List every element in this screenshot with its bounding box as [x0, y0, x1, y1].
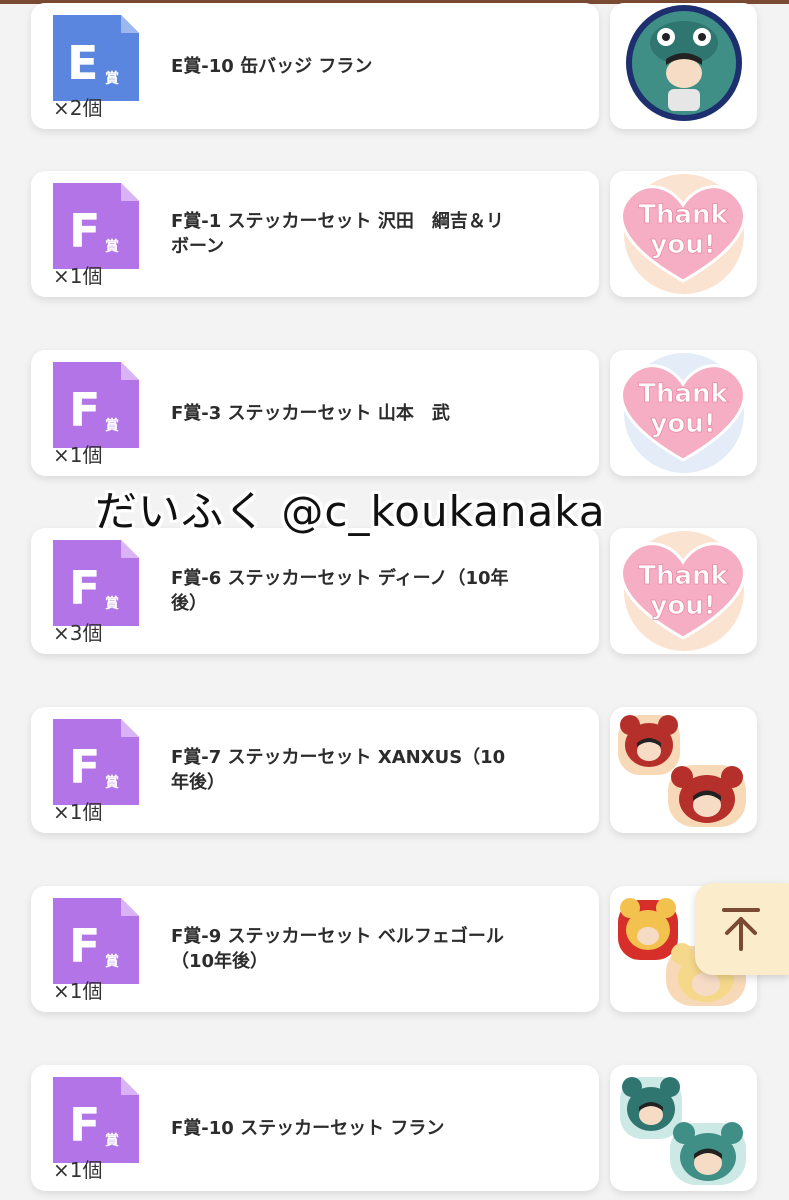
f-prize-badge-icon: F 賞	[53, 362, 139, 448]
item-count: ×1個	[53, 800, 103, 824]
prize-item-card[interactable]: F 賞 ×1個 F賞-1 ステッカーセット 沢田 綱吉＆リ ボーン	[31, 171, 599, 297]
item-title: F賞-7 ステッカーセット XANXUS（10 年後）	[171, 747, 506, 793]
item-count: ×1個	[53, 979, 103, 1003]
item-count: ×1個	[53, 264, 103, 288]
you-text: you!	[650, 409, 715, 439]
item-title: F賞-10 ステッカーセット フラン	[171, 1117, 445, 1139]
f-prize-badge-icon: F 賞	[53, 719, 139, 805]
item-title: E賞-10 缶バッジ フラン	[171, 55, 373, 77]
item-title: F賞-9 ステッカーセット ベルフェゴール （10年後）	[171, 926, 504, 972]
sticker-xanxus-image	[618, 715, 746, 827]
prize-item-card[interactable]: F 賞 ×3個 F賞-6 ステッカーセット ディーノ（10年 後）	[31, 528, 599, 654]
thank-text: Thank	[638, 379, 728, 409]
e-prize-badge-icon: E 賞	[53, 15, 139, 101]
f-prize-badge-icon: F 賞	[53, 183, 139, 269]
prize-item-card[interactable]: F 賞 ×1個 F賞-3 ステッカーセット 山本 武	[31, 350, 599, 476]
badge-letter: E	[67, 36, 98, 90]
sticker-fran-image	[620, 1077, 746, 1185]
badge-letter: F	[69, 383, 100, 437]
thank-you-heart-image: Thank you!	[620, 353, 746, 473]
you-text: you!	[650, 591, 715, 621]
badge-letter: F	[69, 204, 100, 258]
prize-item-card[interactable]: F 賞 ×1個 F賞-10 ステッカーセット フラン	[31, 1065, 599, 1191]
item-thumbnail[interactable]: Thank you!	[610, 350, 757, 476]
item-title: F賞-6 ステッカーセット ディーノ（10年 後）	[171, 568, 509, 614]
badge-letter: F	[69, 561, 100, 615]
scroll-to-top-button[interactable]	[695, 883, 789, 975]
item-count: ×1個	[53, 1158, 103, 1182]
thank-you-heart-image: Thank you!	[620, 174, 746, 294]
prize-item-card[interactable]: F 賞 ×1個 F賞-7 ステッカーセット XANXUS（10 年後）	[31, 707, 599, 833]
badge-suffix: 賞	[105, 774, 119, 791]
item-thumbnail[interactable]: Thank you!	[610, 171, 757, 297]
arrow-up-icon	[722, 908, 760, 951]
watermark-text: だいふく @c_koukanaka	[95, 487, 606, 536]
prize-item-card[interactable]: F 賞 ×1個 F賞-9 ステッカーセット ベルフェゴール （10年後）	[31, 886, 599, 1012]
item-title: F賞-3 ステッカーセット 山本 武	[171, 402, 450, 424]
badge-suffix: 賞	[105, 595, 119, 612]
f-prize-badge-icon: F 賞	[53, 898, 139, 984]
item-thumbnail[interactable]	[610, 707, 757, 833]
thank-you-heart-image: Thank you!	[620, 531, 746, 651]
item-thumbnail[interactable]: Thank you!	[610, 528, 757, 654]
f-prize-badge-icon: F 賞	[53, 1077, 139, 1163]
badge-suffix: 賞	[105, 70, 119, 87]
badge-letter: F	[69, 919, 100, 973]
thank-text: Thank	[638, 561, 728, 591]
item-count: ×3個	[53, 621, 103, 645]
item-thumbnail[interactable]	[610, 1065, 757, 1191]
badge-suffix: 賞	[105, 238, 119, 255]
item-thumbnail[interactable]	[610, 3, 757, 129]
badge-suffix: 賞	[105, 417, 119, 434]
item-title: F賞-1 ステッカーセット 沢田 綱吉＆リ ボーン	[171, 211, 504, 257]
badge-suffix: 賞	[105, 1132, 119, 1149]
can-badge-fran-image	[626, 5, 742, 121]
you-text: you!	[650, 230, 715, 260]
badge-letter: F	[69, 740, 100, 794]
badge-suffix: 賞	[105, 953, 119, 970]
item-count: ×1個	[53, 443, 103, 467]
item-count: ×2個	[53, 96, 103, 120]
badge-letter: F	[69, 1098, 100, 1152]
prize-item-card[interactable]: E 賞 ×2個 E賞-10 缶バッジ フラン	[31, 3, 599, 129]
f-prize-badge-icon: F 賞	[53, 540, 139, 626]
thank-text: Thank	[638, 200, 728, 230]
